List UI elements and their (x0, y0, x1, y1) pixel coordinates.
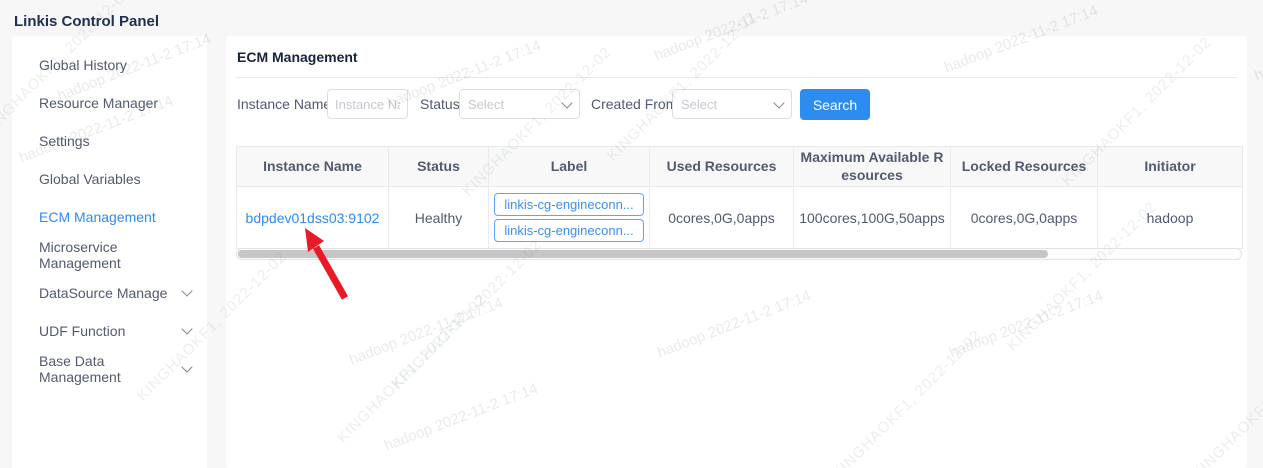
created-from-label: Created From (591, 89, 677, 120)
max-available-resources-cell: 100cores,100G,50apps (794, 187, 951, 249)
created-from-select[interactable]: Select (672, 89, 792, 119)
created-from-select-value: Select (681, 97, 717, 112)
sidebar-item-resource-manager[interactable]: Resource Manager (12, 84, 207, 122)
sidebar-item-label: Global History (39, 57, 127, 73)
sidebar-item-udf-function[interactable]: UDF Function (12, 312, 207, 350)
ecm-table: Instance Name Status Label Used Resource… (236, 146, 1243, 249)
table-header-row: Instance Name Status Label Used Resource… (237, 147, 1243, 187)
search-button[interactable]: Search (800, 89, 870, 120)
engineconn-label-tag[interactable]: linkis-cg-engineconn... (494, 219, 643, 242)
divider (236, 77, 1237, 78)
sidebar-item-label: Base Data Management (39, 353, 183, 385)
status-cell: Healthy (389, 187, 489, 249)
watermark-text: hadoop 2022-11-2 17:14 (1252, 10, 1263, 84)
scrollbar-thumb[interactable] (238, 250, 1048, 258)
horizontal-scrollbar[interactable] (236, 248, 1242, 260)
engineconn-label-tag[interactable]: linkis-cg-engineconn... (494, 193, 643, 216)
sidebar-item-base-data-management[interactable]: Base Data Management (12, 350, 207, 388)
instance-name-label: Instance Name (237, 89, 331, 120)
sidebar-item-label: UDF Function (39, 323, 125, 339)
chevron-down-icon (181, 323, 192, 334)
table-row: bdpdev01dss03:9102 Healthy linkis-cg-eng… (237, 187, 1243, 249)
label-cell: linkis-cg-engineconn... linkis-cg-engine… (489, 187, 650, 249)
sidebar-item-settings[interactable]: Settings (12, 122, 207, 160)
instance-name-link[interactable]: bdpdev01dss03:9102 (246, 210, 380, 226)
instance-name-cell: bdpdev01dss03:9102 (237, 187, 389, 249)
ecm-management-panel: ECM Management Instance Name Status Sele… (226, 36, 1247, 468)
col-header-max-available-resources: Maximum Available Resources (794, 147, 951, 187)
status-select[interactable]: Select (459, 89, 580, 119)
col-header-used-resources: Used Resources (650, 147, 794, 187)
sidebar-item-label: DataSource Manage (39, 285, 167, 301)
initiator-cell: hadoop (1098, 187, 1243, 249)
status-select-value: Select (468, 97, 504, 112)
sidebar-item-label: Global Variables (39, 171, 141, 187)
app-title: Linkis Control Panel (14, 13, 159, 30)
sidebar-item-datasource-manage[interactable]: DataSource Manage (12, 274, 207, 312)
sidebar: Global History Resource Manager Settings… (12, 36, 207, 468)
chevron-down-icon (773, 97, 784, 108)
filter-bar: Instance Name Status Select Created From… (226, 89, 1247, 120)
sidebar-item-label: Microservice Management (39, 239, 191, 271)
page-title: ECM Management (226, 36, 1247, 77)
sidebar-item-label: Resource Manager (39, 95, 158, 111)
sidebar-item-microservice-management[interactable]: Microservice Management (12, 236, 207, 274)
sidebar-item-global-variables[interactable]: Global Variables (12, 160, 207, 198)
sidebar-item-label: ECM Management (39, 209, 156, 225)
col-header-label: Label (489, 147, 650, 187)
sidebar-item-global-history[interactable]: Global History (12, 46, 207, 84)
sidebar-item-ecm-management[interactable]: ECM Management (12, 198, 207, 236)
locked-resources-cell: 0cores,0G,0apps (951, 187, 1098, 249)
instance-name-input[interactable] (327, 89, 408, 119)
sidebar-item-label: Settings (39, 133, 90, 149)
col-header-initiator: Initiator (1098, 147, 1243, 187)
col-header-instance-name: Instance Name (237, 147, 389, 187)
chevron-down-icon (561, 97, 572, 108)
chevron-down-icon (181, 285, 192, 296)
status-label: Status (420, 89, 460, 120)
used-resources-cell: 0cores,0G,0apps (650, 187, 794, 249)
col-header-status: Status (389, 147, 489, 187)
col-header-locked-resources: Locked Resources (951, 147, 1098, 187)
